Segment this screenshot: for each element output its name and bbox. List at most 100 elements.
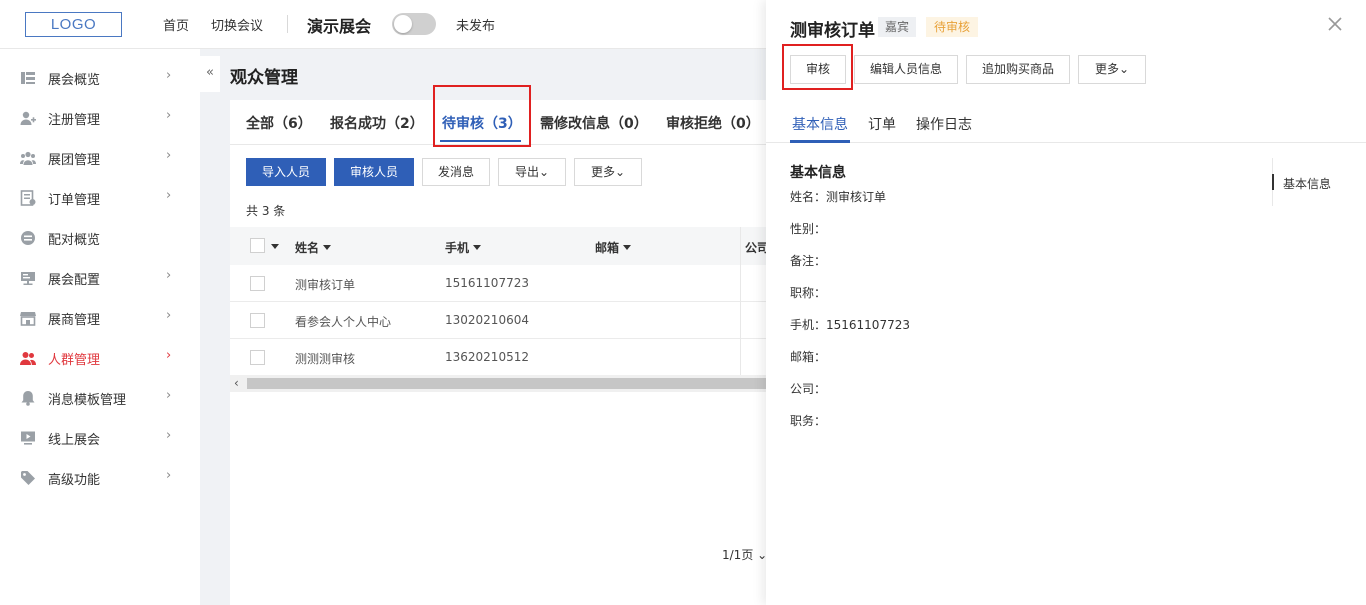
edit-person-button[interactable]: 编辑人员信息 <box>854 55 958 84</box>
detail-drawer: 测审核订单 嘉宾 待审核 审核 编辑人员信息 追加购买商品 更多⌄ 基本信息 订… <box>766 0 1366 605</box>
sidebar-item-registration[interactable]: 注册管理 › <box>0 98 200 138</box>
expo-name: 演示展会 <box>307 17 372 36</box>
field-position: 职务： <box>790 414 827 428</box>
chevron-right-icon: › <box>166 108 172 123</box>
sidebar-item-label: 注册管理 <box>48 113 101 128</box>
chevron-right-icon: › <box>166 308 172 323</box>
column-phone[interactable]: 手机 <box>445 239 482 256</box>
export-dropdown-button[interactable]: 导出⌄ <box>498 158 566 186</box>
import-people-button[interactable]: 导入人员 <box>246 158 326 186</box>
config-icon <box>20 270 36 286</box>
chevron-right-icon: › <box>166 468 172 483</box>
row-checkbox[interactable] <box>250 313 265 328</box>
add-goods-button[interactable]: 追加购买商品 <box>966 55 1070 84</box>
chevron-right-icon: › <box>166 68 172 83</box>
highlight-box-approve <box>782 44 853 90</box>
chevron-right-icon: › <box>166 148 172 163</box>
tab-rejected[interactable]: 审核拒绝（0） <box>666 113 760 133</box>
field-gender: 性别： <box>790 222 827 236</box>
sidebar-item-label: 高级功能 <box>48 473 101 488</box>
people-icon <box>20 350 36 366</box>
table-row[interactable]: 看参会人个人中心 13020210604 <box>230 302 790 339</box>
chevron-down-icon: ⌄ <box>1118 62 1130 76</box>
field-title: 职称： <box>790 286 827 300</box>
horizontal-scrollbar[interactable]: ‹ <box>230 375 790 392</box>
sidebar-item-label: 订单管理 <box>48 193 101 208</box>
sidebar-item-advanced[interactable]: 高级功能 › <box>0 458 200 498</box>
field-remark: 备注： <box>790 254 827 268</box>
more-dropdown-button[interactable]: 更多⌄ <box>574 158 642 186</box>
sidebar-item-label: 展团管理 <box>48 153 101 168</box>
sidebar-item-exhibitors[interactable]: 展商管理 › <box>0 298 200 338</box>
row-checkbox[interactable] <box>250 350 265 365</box>
tab-all[interactable]: 全部（6） <box>246 113 312 133</box>
scrollbar-thumb[interactable] <box>247 378 790 389</box>
active-tab-indicator <box>790 140 850 143</box>
sidebar-item-matching[interactable]: 配对概览 <box>0 218 200 258</box>
field-company: 公司： <box>790 382 827 396</box>
page-title: 观众管理 <box>230 68 298 88</box>
table-row[interactable]: 测测测审核 13620210512 <box>230 339 790 376</box>
sidebar-collapse-button[interactable]: « <box>200 56 220 92</box>
chevron-right-icon: › <box>166 188 172 203</box>
field-email: 邮箱： <box>790 350 827 364</box>
screen-icon <box>20 430 36 446</box>
column-divider <box>740 227 741 375</box>
sidebar-item-label: 人群管理 <box>48 353 101 368</box>
chevron-right-icon: › <box>166 388 172 403</box>
type-badge: 嘉宾 <box>878 17 917 37</box>
publish-toggle[interactable] <box>392 13 436 35</box>
sidebar-item-label: 展会配置 <box>48 273 101 288</box>
cell-phone: 13020210604 <box>445 313 529 327</box>
sidebar-item-overview[interactable]: 展会概览 › <box>0 58 200 98</box>
review-people-button[interactable]: 审核人员 <box>334 158 414 186</box>
drawer-more-button[interactable]: 更多⌄ <box>1078 55 1146 84</box>
sidebar-item-label: 展会概览 <box>48 73 101 88</box>
nav-switch-meeting-link[interactable]: 切换会议 <box>211 15 263 34</box>
status-badge: 待审核 <box>926 17 979 37</box>
tab-registered[interactable]: 报名成功（2） <box>330 113 424 133</box>
nav-home-link[interactable]: 首页 <box>163 15 189 34</box>
field-name: 姓名：测审核订单 <box>790 190 887 204</box>
sidebar-item-config[interactable]: 展会配置 › <box>0 258 200 298</box>
tab-needs-edit[interactable]: 需修改信息（0） <box>540 113 648 133</box>
tab-orders[interactable]: 订单 <box>868 114 896 134</box>
pagination[interactable]: 1/1页 ⌄ <box>722 546 767 563</box>
close-icon[interactable] <box>1327 16 1343 32</box>
scroll-left-icon[interactable]: ‹ <box>234 375 239 392</box>
sidebar-item-label: 配对概览 <box>48 233 101 248</box>
logo[interactable]: LOGO <box>25 12 122 37</box>
cell-phone: 15161107723 <box>445 276 529 290</box>
sidebar-item-online-expo[interactable]: 线上展会 › <box>0 418 200 458</box>
store-icon <box>20 310 36 326</box>
sidebar-item-delegation[interactable]: 展团管理 › <box>0 138 200 178</box>
column-email[interactable]: 邮箱 <box>595 239 632 256</box>
select-all-checkbox[interactable] <box>250 238 265 253</box>
tab-operation-log[interactable]: 操作日志 <box>916 114 972 134</box>
chevron-down-icon: ⌄ <box>614 165 626 179</box>
select-dropdown-icon[interactable] <box>271 244 279 249</box>
table-header: 姓名 手机 邮箱 公司 <box>230 227 790 265</box>
drawer-title: 测审核订单 <box>790 21 875 41</box>
sidebar-item-orders[interactable]: 订单管理 › <box>0 178 200 218</box>
order-icon <box>20 190 36 206</box>
nav-divider <box>287 15 288 33</box>
table-row[interactable]: 测审核订单 15161107723 <box>230 265 790 302</box>
anchor-link-basic-info[interactable]: 基本信息 <box>1283 175 1331 192</box>
cell-phone: 13620210512 <box>445 350 529 364</box>
more-label: 更多 <box>590 165 615 179</box>
send-message-button[interactable]: 发消息 <box>422 158 490 186</box>
sidebar-item-message-templates[interactable]: 消息模板管理 › <box>0 378 200 418</box>
publish-status-label: 未发布 <box>456 19 496 34</box>
row-checkbox[interactable] <box>250 276 265 291</box>
tab-basic-info[interactable]: 基本信息 <box>792 114 848 134</box>
tag-icon <box>20 470 36 486</box>
chevron-down-icon: ⌄ <box>538 165 550 179</box>
cell-name: 看参会人个人中心 <box>295 315 392 329</box>
toggle-knob <box>394 15 412 33</box>
column-name[interactable]: 姓名 <box>295 239 332 256</box>
field-phone: 手机：15161107723 <box>790 318 910 332</box>
cell-name: 测测测审核 <box>295 352 356 366</box>
audience-card: 全部（6） 报名成功（2） 待审核（3） 需修改信息（0） 审核拒绝（0） 导入… <box>230 85 790 605</box>
sidebar-item-audience[interactable]: 人群管理 › <box>0 338 200 378</box>
